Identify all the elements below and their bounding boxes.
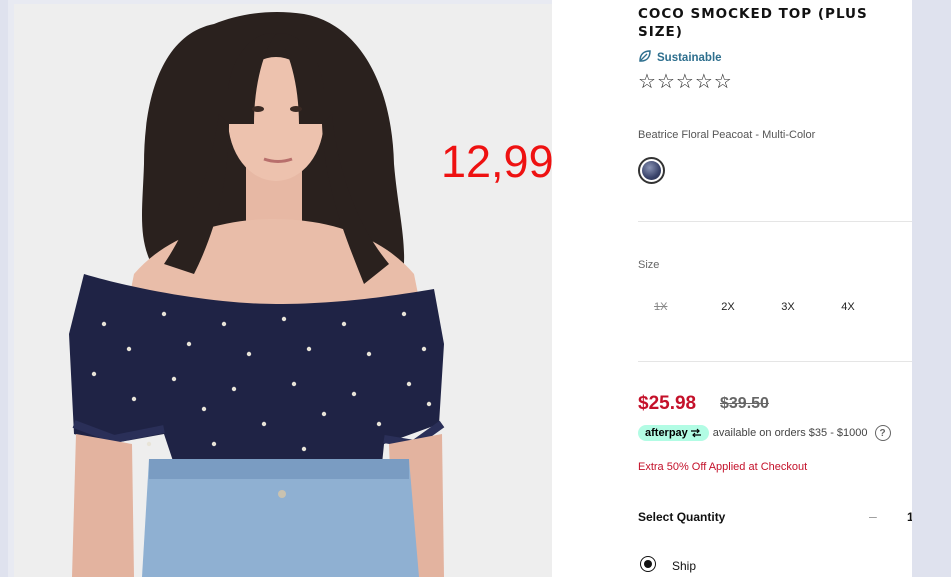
product-title: COCO SMOCKED TOP (PLUS SIZE)	[638, 6, 868, 40]
afterpay-text: available on orders $35 - $1000	[712, 427, 868, 439]
sale-price: $25.98	[638, 393, 697, 414]
leaf-icon	[638, 49, 652, 66]
star-icon: ☆	[638, 71, 656, 93]
divider	[638, 221, 912, 222]
star-icon: ☆	[713, 71, 732, 93]
image-gutter	[552, 0, 612, 577]
rating-stars[interactable]: ☆ ☆ ☆ ☆ ☆	[638, 72, 732, 92]
left-window-edge	[0, 0, 8, 577]
size-selector: 1X 2X 3X 4X	[638, 301, 878, 313]
star-icon: ☆	[675, 71, 694, 93]
original-price: $39.50	[720, 395, 769, 412]
size-option-1x[interactable]: 1X	[638, 301, 698, 313]
product-image[interactable]	[14, 4, 552, 577]
swatch-pattern	[642, 161, 661, 180]
quantity-label: Select Quantity	[638, 510, 726, 524]
model-photo-illustration	[14, 4, 552, 577]
ship-option-label[interactable]: Ship	[672, 559, 696, 573]
right-window-edge	[912, 0, 951, 577]
divider	[638, 361, 912, 362]
quantity-decrease-button[interactable]: –	[869, 508, 877, 524]
overlay-price-annotation: 12,99	[441, 136, 554, 187]
product-details-panel: COCO SMOCKED TOP (PLUS SIZE) Sustainable…	[612, 0, 912, 577]
radio-selected-dot	[644, 560, 652, 568]
size-option-2x[interactable]: 2X	[698, 301, 758, 313]
ship-radio[interactable]	[640, 556, 656, 572]
star-icon: ☆	[694, 71, 713, 93]
promo-message: Extra 50% Off Applied at Checkout	[638, 461, 808, 473]
sustainable-label: Sustainable	[657, 51, 722, 64]
size-option-4x[interactable]: 4X	[818, 301, 878, 313]
help-icon[interactable]: ?	[874, 425, 891, 441]
afterpay-arrows-icon	[690, 428, 701, 438]
size-option-3x[interactable]: 3X	[758, 301, 818, 313]
sustainable-badge[interactable]: Sustainable	[638, 49, 722, 66]
size-label: Size	[638, 259, 660, 271]
color-swatch[interactable]	[638, 157, 665, 184]
selected-color-name: Beatrice Floral Peacoat - Multi-Color	[638, 129, 816, 141]
star-icon: ☆	[656, 71, 675, 93]
afterpay-logo: afterpay	[638, 425, 709, 441]
afterpay-info: afterpay available on orders $35 - $1000…	[638, 425, 891, 441]
